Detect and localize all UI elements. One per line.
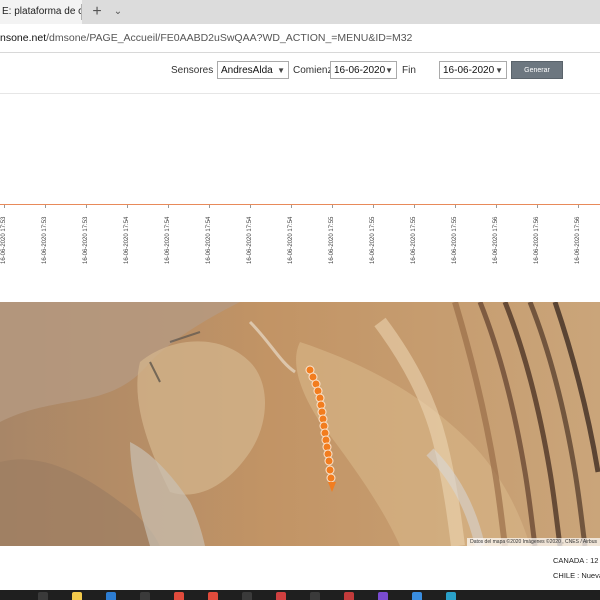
x-axis-tick-label: 16-06-2020 17:53 <box>1 206 11 266</box>
generar-button[interactable]: Generar <box>511 61 563 79</box>
comienzo-date-value: 16-06-2020 <box>334 65 386 76</box>
sensores-label: Sensores <box>171 65 214 76</box>
url-host: nsone.net <box>0 32 47 44</box>
taskbar-app-icon[interactable] <box>412 592 422 600</box>
x-axis-tick-label: 16-06-2020 17:55 <box>329 206 339 266</box>
sensor-line-chart: Temperatura (C)N°2PM 1PM 2.5PM 10PM Tota… <box>0 94 600 380</box>
x-axis-tick-label-text: 16-06-2020 17:54 <box>165 216 171 264</box>
taskbar-app-icon[interactable] <box>106 592 116 600</box>
taskbar-app-icon[interactable] <box>208 592 218 600</box>
x-axis-tick-label-text: 16-06-2020 17:54 <box>124 216 130 264</box>
x-axis-tick-label: 16-06-2020 17:54 <box>165 206 175 266</box>
satellite-map[interactable]: Datos del mapa ©2020 Imágenes ©2020 , CN… <box>0 302 600 546</box>
taskbar-app-icon[interactable] <box>38 592 48 600</box>
browser-tab-strip: E: plataforma de cc + ⌄ <box>0 0 600 24</box>
taskbar-app-icon[interactable] <box>242 592 252 600</box>
x-axis-tick-label-text: 16-06-2020 17:56 <box>575 216 581 264</box>
x-axis-tick-label: 16-06-2020 17:56 <box>493 206 503 266</box>
fin-date-value: 16-06-2020 <box>443 65 495 76</box>
taskbar-app-icon[interactable] <box>344 592 354 600</box>
taskbar-app-icon[interactable] <box>378 592 388 600</box>
x-axis-tick-label-text: 16-06-2020 17:55 <box>329 216 335 264</box>
x-axis-tick-label: 16-06-2020 17:55 <box>411 206 421 266</box>
tab-divider <box>81 4 82 20</box>
chevron-down-icon: ▼ <box>277 66 285 75</box>
comienzo-date-select[interactable]: 16-06-2020 ▼ <box>330 61 397 79</box>
x-axis-tick-label-text: 16-06-2020 17:53 <box>1 216 7 264</box>
x-axis-tick-label-text: 16-06-2020 17:55 <box>370 216 376 264</box>
fin-date-select[interactable]: 16-06-2020 ▼ <box>439 61 507 79</box>
url-text[interactable]: nsone.net/dmsone/PAGE_Accueil/FE0AABD2uS… <box>0 24 412 52</box>
satellite-imagery <box>0 302 600 546</box>
taskbar-app-icon[interactable] <box>140 592 150 600</box>
chevron-down-icon: ▼ <box>495 66 503 75</box>
x-axis-tick-label: 16-06-2020 17:54 <box>247 206 257 266</box>
x-axis-tick-label: 16-06-2020 17:56 <box>575 206 585 266</box>
x-axis-tick-label-text: 16-06-2020 17:55 <box>411 216 417 264</box>
address-bar[interactable]: nsone.net/dmsone/PAGE_Accueil/FE0AABD2uS… <box>0 24 600 53</box>
chile-time: CHILE : Nueva <box>553 571 600 580</box>
browser-tab-active[interactable]: E: plataforma de cc <box>0 0 82 24</box>
fin-label: Fin <box>402 65 416 76</box>
filter-controls: Sensores AndresAlda ▼ Comienzo 16-06-202… <box>0 53 600 94</box>
x-axis-tick-label-text: 16-06-2020 17:55 <box>452 216 458 264</box>
os-taskbar <box>0 590 600 600</box>
taskbar-app-icon[interactable] <box>174 592 184 600</box>
taskbar-app-icon[interactable] <box>276 592 286 600</box>
map-attribution: Datos del mapa ©2020 Imágenes ©2020 , CN… <box>467 538 600 546</box>
canada-time: CANADA : 12 <box>553 556 599 565</box>
x-axis-tick-label: 16-06-2020 17:54 <box>206 206 216 266</box>
x-axis-tick-label-text: 16-06-2020 17:56 <box>493 216 499 264</box>
x-axis-tick-label: 16-06-2020 17:54 <box>124 206 134 266</box>
x-axis-tick-label: 16-06-2020 17:53 <box>83 206 93 266</box>
x-axis-tick-label: 16-06-2020 17:53 <box>42 206 52 266</box>
sensor-select-value: AndresAlda <box>221 65 273 76</box>
chart-series-line <box>0 204 600 205</box>
tab-title: E: plataforma de cc <box>2 6 82 17</box>
x-axis-tick-label: 16-06-2020 17:55 <box>452 206 462 266</box>
taskbar-app-icon[interactable] <box>72 592 82 600</box>
url-path: /dmsone/PAGE_Accueil/FE0AABD2uSwQAA?WD_A… <box>46 32 413 44</box>
new-tab-icon[interactable]: + <box>88 2 106 22</box>
tab-list-chevron-icon[interactable]: ⌄ <box>110 2 126 22</box>
chevron-down-icon: ▼ <box>385 66 393 75</box>
footer-timezones: CANADA : 12 CHILE : Nueva <box>0 546 600 590</box>
x-axis-tick-label-text: 16-06-2020 17:56 <box>534 216 540 264</box>
x-axis-tick-label-text: 16-06-2020 17:54 <box>206 216 212 264</box>
x-axis-tick-label: 16-06-2020 17:54 <box>288 206 298 266</box>
x-axis-tick-label-text: 16-06-2020 17:53 <box>42 216 48 264</box>
x-axis-tick-label-text: 16-06-2020 17:54 <box>288 216 294 264</box>
x-axis-tick-label-text: 16-06-2020 17:53 <box>83 216 89 264</box>
x-axis-tick-label: 16-06-2020 17:56 <box>534 206 544 266</box>
taskbar-app-icon[interactable] <box>446 592 456 600</box>
x-axis-tick-label: 16-06-2020 17:55 <box>370 206 380 266</box>
sensor-select[interactable]: AndresAlda ▼ <box>217 61 289 79</box>
taskbar-app-icon[interactable] <box>310 592 320 600</box>
x-axis-tick-label-text: 16-06-2020 17:54 <box>247 216 253 264</box>
